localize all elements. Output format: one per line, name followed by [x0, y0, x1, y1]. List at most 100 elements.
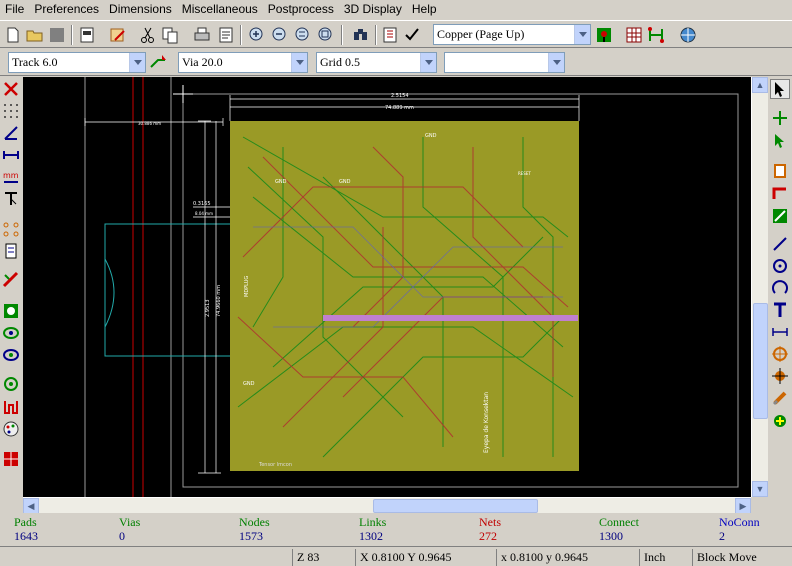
dimension-left-mm: 74.9660 mm	[216, 285, 222, 317]
info-nodes: Nodes 1573	[239, 515, 270, 543]
pads-sketch-icon[interactable]	[1, 323, 21, 343]
module-ratsnest-icon[interactable]	[1, 241, 21, 261]
label-gnd-3: GND	[339, 179, 351, 185]
pcb-drawing: GND GND GND GND RESET MDPLUG Eyepa de Ko…	[84, 77, 739, 497]
menu-postprocess[interactable]: Postprocess	[263, 0, 339, 19]
add-circle-icon[interactable]	[770, 256, 790, 276]
grid-icon[interactable]	[1, 101, 21, 121]
scroll-down-icon[interactable]: ▼	[752, 481, 768, 497]
chevron-down-icon[interactable]	[420, 53, 436, 72]
polar-coords-icon[interactable]	[1, 123, 21, 143]
add-target-icon[interactable]	[770, 344, 790, 364]
menu-miscellaneous[interactable]: Miscellaneous	[177, 0, 263, 19]
units-inch-icon[interactable]	[1, 145, 21, 165]
chevron-down-icon[interactable]	[129, 53, 145, 72]
label-tensor: Tensor lmcon	[258, 462, 292, 468]
vertical-scrollbar[interactable]: ▲ ▼	[751, 77, 768, 497]
info-connect: Connect 1300	[599, 515, 639, 543]
add-dimension-icon[interactable]	[770, 322, 790, 342]
layers-palette-icon[interactable]	[1, 419, 21, 439]
label-gnd-2: GND	[275, 179, 287, 185]
scroll-right-icon[interactable]: ▶	[735, 498, 751, 514]
dimension-width-inch: 2.5154	[391, 93, 409, 99]
high-contrast-icon[interactable]	[1, 397, 21, 417]
info-pads: Pads 1643	[14, 515, 38, 543]
layer-select[interactable]: Copper (Page Up)	[433, 24, 591, 45]
label-mdplug: MDPLUG	[244, 276, 250, 297]
add-text-icon[interactable]	[770, 300, 790, 320]
vias-sketch-icon[interactable]	[1, 345, 21, 365]
microwave-toolbar-icon[interactable]	[1, 449, 21, 469]
status-zoom: Z 83	[292, 549, 354, 566]
show-zones-icon[interactable]	[1, 301, 21, 321]
vertical-scroll-thumb[interactable]	[753, 303, 768, 419]
pcb-canvas[interactable]: GND GND GND GND RESET MDPLUG Eyepa de Ko…	[23, 77, 751, 497]
cursor-shape-icon[interactable]	[1, 189, 21, 209]
highlight-net-icon[interactable]	[770, 131, 790, 151]
print-icon[interactable]	[192, 25, 212, 45]
grid-select[interactable]: Grid 0.5	[316, 52, 437, 73]
menu-3d-display[interactable]: 3D Display	[339, 0, 407, 19]
copy-icon[interactable]	[160, 25, 180, 45]
menu-dimensions[interactable]: Dimensions	[104, 0, 177, 19]
page-settings-icon[interactable]	[77, 25, 97, 45]
chevron-down-icon[interactable]	[548, 53, 564, 72]
open-icon[interactable]	[25, 25, 45, 45]
zoom-out-icon[interactable]	[270, 25, 290, 45]
auto-track-width-icon[interactable]	[148, 52, 168, 72]
zoom-in-icon[interactable]	[247, 25, 267, 45]
add-graphic-line-icon[interactable]	[770, 234, 790, 254]
label-eyepa: Eyepa de Konsektan	[483, 392, 490, 453]
new-board-icon[interactable]	[3, 25, 23, 45]
track-sketch-icon[interactable]	[1, 374, 21, 394]
netlist-icon[interactable]	[380, 25, 400, 45]
add-tracks-icon[interactable]	[770, 183, 790, 203]
right-tools-toolbar	[768, 77, 792, 511]
add-zones-icon[interactable]	[770, 206, 790, 226]
chevron-down-icon[interactable]	[291, 53, 307, 72]
add-arc-icon[interactable]	[770, 278, 790, 298]
scroll-left-icon[interactable]: ◀	[23, 498, 39, 514]
menu-preferences[interactable]: Preferences	[29, 0, 104, 19]
plot-icon[interactable]	[216, 25, 236, 45]
menu-file[interactable]: File	[0, 0, 29, 19]
info-nets: Nets 272	[479, 515, 501, 543]
add-module-icon[interactable]	[770, 108, 790, 128]
track-width-select[interactable]: Track 6.0	[8, 52, 146, 73]
dimension-width-mm: 74.889 mm	[385, 105, 414, 111]
status-mode: Block Move	[692, 549, 792, 566]
select-arrow-icon[interactable]	[770, 79, 790, 99]
drc-icon[interactable]	[402, 25, 422, 45]
edit-icon[interactable]	[770, 411, 790, 431]
autoplace-icon[interactable]	[624, 25, 644, 45]
horizontal-scrollbar[interactable]: ◀ ▶	[23, 497, 751, 514]
dimension-small-inch: 0.3165	[193, 201, 211, 207]
board-info-bar: Pads 1643 Vias 0 Nodes 1573 Links 1302 Nets 2…	[0, 513, 792, 545]
auto-delete-track-icon[interactable]	[1, 270, 21, 290]
web-icon[interactable]	[678, 25, 698, 45]
menu-bar: File Preferences Dimensions Miscellaneou…	[0, 0, 792, 19]
scroll-up-icon[interactable]: ▲	[752, 77, 768, 93]
drc-off-icon[interactable]	[1, 79, 21, 99]
menu-help[interactable]: Help	[407, 0, 442, 19]
ratsnest-icon[interactable]	[1, 219, 21, 239]
delete-icon[interactable]	[770, 388, 790, 408]
info-vias: Vias 0	[119, 515, 141, 543]
label-gnd-1: GND	[425, 133, 437, 139]
chevron-down-icon[interactable]	[574, 25, 590, 44]
horizontal-scroll-thumb[interactable]	[373, 499, 538, 513]
zoom-select[interactable]	[444, 52, 565, 73]
edit-module-icon[interactable]	[108, 25, 128, 45]
cut-icon[interactable]	[138, 25, 158, 45]
via-size-select[interactable]: Via 20.0	[178, 52, 308, 73]
dimension-small-mm: 8.04 mm	[195, 211, 213, 216]
find-icon[interactable]	[351, 25, 371, 45]
set-origin-icon[interactable]	[770, 366, 790, 386]
zoom-redraw-icon[interactable]	[293, 25, 313, 45]
layer-pair-icon[interactable]	[594, 25, 614, 45]
save-icon[interactable]	[47, 25, 67, 45]
zoom-fit-icon[interactable]	[316, 25, 336, 45]
units-mm-icon[interactable]: mm	[1, 167, 21, 187]
add-footprint-icon[interactable]	[770, 161, 790, 181]
autoroute-icon[interactable]	[646, 25, 666, 45]
